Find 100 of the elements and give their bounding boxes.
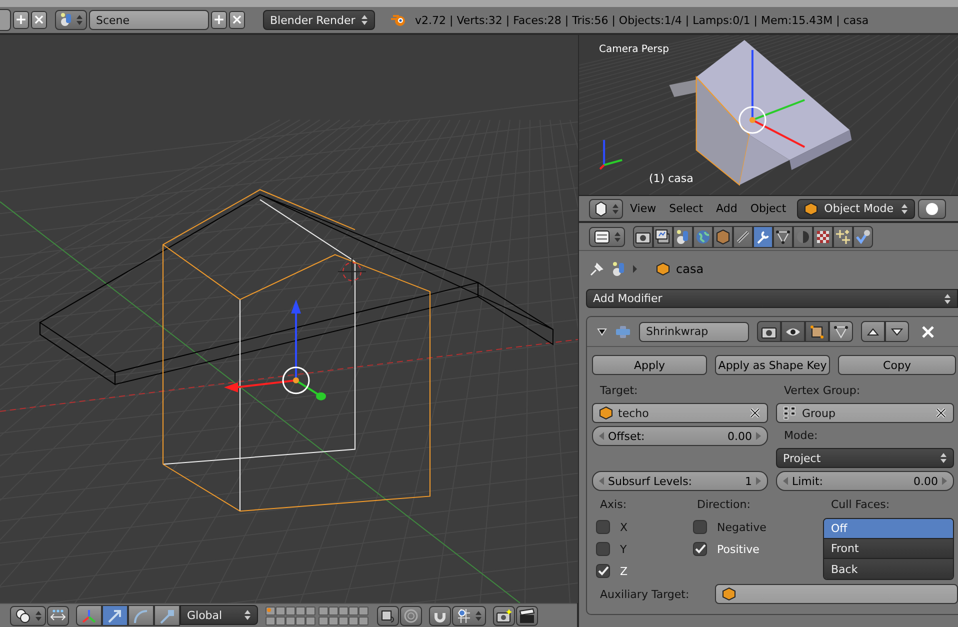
editor-type-button[interactable] <box>589 226 625 246</box>
axes-manipulator-button[interactable] <box>76 605 102 626</box>
shaded-sphere-icon <box>795 228 811 244</box>
header-menu[interactable]: Object <box>744 202 792 215</box>
limit-field[interactable]: Limit: 0.00 <box>776 471 954 491</box>
pivot-point-button[interactable] <box>10 606 46 626</box>
properties-editor-icon <box>593 228 611 244</box>
viewport-title: Camera Persp <box>599 44 669 55</box>
checkbox-icon[interactable] <box>693 520 707 534</box>
snap-magnet-button[interactable] <box>429 606 451 626</box>
constraints-tab[interactable] <box>733 226 753 248</box>
world-tab[interactable] <box>693 226 713 248</box>
blender-logo-icon <box>391 13 407 27</box>
checkbox-icon[interactable] <box>693 542 707 556</box>
object-tab[interactable] <box>713 226 733 248</box>
auxiliary-target-field[interactable] <box>715 584 958 604</box>
direction-checkbox[interactable]: Negative <box>689 518 823 536</box>
scene-tab[interactable] <box>673 226 693 248</box>
clear-icon[interactable] <box>935 407 947 419</box>
render-engine-dropdown[interactable]: Blender Render <box>263 10 375 30</box>
modifier-action-button[interactable]: Apply <box>592 355 707 375</box>
direction-checkbox[interactable]: Positive <box>689 540 823 558</box>
mode-dropdown[interactable]: Project <box>776 448 954 468</box>
rotate-manipulator-button[interactable] <box>128 605 154 626</box>
translate-manipulator-button[interactable] <box>102 605 128 626</box>
cull-faces-option[interactable]: Back <box>824 559 953 579</box>
scene-icon <box>611 261 627 277</box>
layers-tab[interactable] <box>653 226 673 248</box>
collapse-triangle-icon[interactable] <box>597 328 607 336</box>
section-label: Direction: <box>696 497 752 513</box>
header-menu[interactable]: View <box>624 202 662 215</box>
physics-tab[interactable] <box>853 226 873 248</box>
sphere-icon <box>924 200 940 216</box>
viewport-toggle-button[interactable] <box>781 321 805 342</box>
cage-toggle-button[interactable] <box>829 321 853 342</box>
camera-icon <box>496 608 512 624</box>
checkmark-ball-icon <box>855 228 871 244</box>
scene-field[interactable]: Scene <box>89 10 209 30</box>
transform-orientation-dropdown[interactable]: Global <box>180 605 258 625</box>
shrinkwrap-modifier-icon <box>615 324 631 338</box>
decrement-arrow-icon <box>599 477 604 485</box>
modifier-name-field[interactable]: Shrinkwrap <box>639 322 749 342</box>
pin-icon[interactable] <box>589 261 605 277</box>
clear-icon[interactable] <box>749 407 761 419</box>
move-down-button[interactable] <box>885 321 909 342</box>
scene-icon <box>59 12 73 28</box>
3d-cursor-icon <box>338 257 366 286</box>
checkbox-icon[interactable] <box>596 564 610 578</box>
up-down-arrows-icon <box>361 14 368 26</box>
cube-icon <box>722 587 736 601</box>
scale-icon <box>158 608 176 624</box>
vertex-group-field[interactable]: Group <box>776 403 954 423</box>
modifier-action-button[interactable]: Copy <box>838 355 956 375</box>
arrow-icon <box>106 608 124 624</box>
close-icon[interactable] <box>921 324 935 338</box>
add-modifier-dropdown[interactable]: Add Modifier <box>586 289 958 308</box>
proportional-edit-button[interactable] <box>400 606 422 626</box>
field-label: Target: <box>599 383 639 399</box>
render-toggle-button[interactable] <box>757 321 781 342</box>
up-down-arrows-icon <box>614 230 621 242</box>
cull-faces-option[interactable]: Off <box>824 519 953 539</box>
texture-tab[interactable] <box>813 226 833 248</box>
render-still-button[interactable] <box>493 606 515 626</box>
axis-checkbox[interactable]: Z <box>592 562 689 580</box>
render-animation-button[interactable] <box>516 606 538 626</box>
scene-selector-button[interactable] <box>55 10 87 30</box>
offset-field[interactable]: Offset: 0.00 <box>592 426 768 446</box>
checkbox-icon[interactable] <box>596 520 610 534</box>
screen-layout-field[interactable] <box>0 9 11 31</box>
snap-element-button[interactable] <box>452 606 486 626</box>
wrench-icon <box>755 228 771 244</box>
header-menu[interactable]: Select <box>663 202 710 215</box>
cull-faces-option[interactable]: Front <box>824 539 953 559</box>
modifiers-tab[interactable] <box>753 226 773 248</box>
object-name: casa <box>676 262 704 276</box>
header-menu[interactable]: Add <box>710 202 744 215</box>
axis-gizmo-icon <box>599 140 622 170</box>
manipulator-toggle-button[interactable] <box>47 606 69 626</box>
decrement-arrow-icon <box>783 477 788 485</box>
field-label: Mode: <box>783 428 819 444</box>
edit-mode-toggle-button[interactable] <box>805 321 829 342</box>
particles-tab[interactable] <box>833 226 853 248</box>
arc-icon <box>132 608 150 624</box>
grid-snap-icon <box>456 608 472 624</box>
scene-statistics: v2.72 | Verts:32 | Faces:28 | Tris:56 | Objects:1/4 | Lamps:0/1 | Mem:15.43M | casa <box>415 14 869 26</box>
checkbox-icon[interactable] <box>596 542 610 556</box>
editor-type-button[interactable] <box>589 198 623 218</box>
target-object-field[interactable]: techo <box>592 403 768 423</box>
render-tab[interactable] <box>633 226 653 248</box>
interaction-mode-dropdown[interactable]: Object Mode <box>797 198 916 218</box>
viewport-shading-button[interactable] <box>918 198 946 218</box>
data-tab[interactable] <box>773 226 793 248</box>
subsurf-levels-field[interactable]: Subsurf Levels: 1 <box>592 471 768 491</box>
cube-icon <box>715 228 731 244</box>
axis-checkbox[interactable]: Y <box>592 540 689 558</box>
axis-checkbox[interactable]: X <box>592 518 689 536</box>
modifier-action-button[interactable]: Apply as Shape Key <box>715 355 830 375</box>
move-up-button[interactable] <box>861 321 885 342</box>
scale-manipulator-button[interactable] <box>154 605 180 626</box>
lock-camera-button[interactable] <box>377 606 399 626</box>
